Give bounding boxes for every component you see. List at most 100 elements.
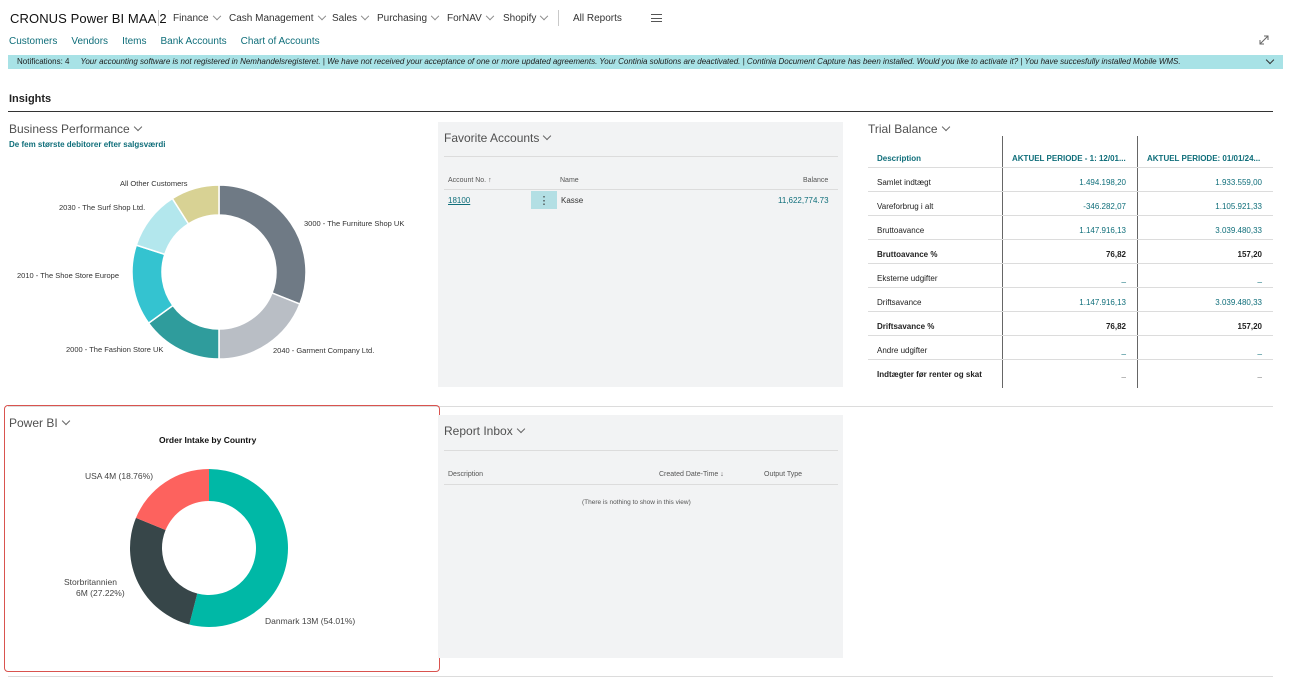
business-performance-title[interactable]: Business Performance [9,122,142,136]
link-items[interactable]: Items [122,36,146,47]
account-no-link[interactable]: 18100 [448,196,470,205]
action-links: Customers Vendors Items Bank Accounts Ch… [9,36,320,47]
report-inbox-panel [438,415,843,658]
trial-balance-description: Andre udgifter [877,346,928,355]
link-chart-of-accounts[interactable]: Chart of Accounts [241,36,320,47]
row-divider [868,359,1273,360]
link-bank-accounts[interactable]: Bank Accounts [161,36,227,47]
row-divider [868,263,1273,264]
trial-balance-title[interactable]: Trial Balance [868,122,950,136]
report-inbox-title[interactable]: Report Inbox [444,424,525,438]
divider [444,484,838,485]
menu-finance[interactable]: Finance [173,11,221,24]
chart-label-uk-value: 6M (27.22%) [76,588,125,598]
chart-label: 2010 - The Shoe Store Europe [17,271,120,280]
chevron-down-icon [317,11,326,20]
trial-balance-description: Bruttoavance [877,226,925,235]
chart-label-usa: USA 4M (18.76%) [85,471,154,481]
trial-balance-value-period-2[interactable]: 1.105.921,33 [1215,202,1262,211]
column-header-period-2[interactable]: AKTUEL PERIODE: 01/01/24... [1147,154,1260,163]
trial-balance-description: Indtægter før renter og skat [877,370,982,379]
trial-balance-description: Eksterne udgifter [877,274,938,283]
divider [8,111,1273,112]
trial-balance-description: Driftsavance % [877,322,935,331]
trial-balance-value-period-1: _ [1121,370,1126,379]
menu-all-reports[interactable]: All Reports [573,13,622,24]
trial-balance-description: Bruttoavance % [877,250,938,259]
trial-balance-value-period-1[interactable]: 1.147.916,13 [1079,226,1126,235]
column-header-name[interactable]: Name [560,177,579,184]
notification-bar[interactable]: Notifications: 4 Your accounting softwar… [8,55,1283,69]
menu-fornav[interactable]: ForNAV [447,11,495,24]
menu-sales[interactable]: Sales [332,11,370,24]
row-divider [868,215,1273,216]
divider [444,189,838,190]
part-title-label: Report Inbox [444,424,513,438]
empty-message: (There is nothing to show in this view) [582,499,691,506]
trial-balance-description: Samlet indtægt [877,178,931,187]
donut-slice-storbritannien[interactable] [129,517,198,625]
menu-label: Sales [332,13,358,24]
expand-icon[interactable] [1258,34,1270,46]
row-divider [868,311,1273,312]
chart-label: All Other Customers [120,179,188,188]
section-title: Insights [9,93,52,105]
chevron-down-icon [485,11,495,20]
column-header-output-type[interactable]: Output Type [764,471,802,478]
column-divider [1002,136,1003,388]
trial-balance-value-period-1[interactable]: -346.282,07 [1083,202,1126,211]
menu-shopify[interactable]: Shopify [503,11,549,24]
trial-balance-value-period-1: 76,82 [1105,322,1126,331]
row-divider [868,191,1273,192]
chart-label-denmark: Danmark 13M (54.01%) [265,616,356,626]
column-header-period-1[interactable]: AKTUEL PERIODE - 1: 12/01... [1012,154,1126,163]
menu-cash-management[interactable]: Cash Management [229,11,326,24]
trial-balance-value-period-2[interactable]: 3.039.480,33 [1215,298,1262,307]
row-actions-icon[interactable]: ⋮ [531,191,557,209]
account-balance[interactable]: 11,622,774.73 [778,196,829,205]
chevron-down-icon [133,122,142,132]
menu-label: Shopify [503,13,537,24]
row-divider [868,239,1273,240]
part-title-label: Business Performance [9,122,130,136]
column-header-description[interactable]: Description [877,154,921,163]
column-header-balance[interactable]: Balance [803,177,828,184]
trial-balance-value-period-1[interactable]: 1.147.916,13 [1079,298,1126,307]
divider [444,450,838,451]
power-bi-title[interactable]: Power BI [9,416,70,430]
link-vendors[interactable]: Vendors [71,36,108,47]
trial-balance-value-period-1[interactable]: _ [1122,274,1126,283]
row-divider [868,335,1273,336]
trial-balance-value-period-2[interactable]: 3.039.480,33 [1215,226,1262,235]
order-intake-donut[interactable] [128,467,292,631]
menu-label: Cash Management [229,13,314,24]
favorite-accounts-title[interactable]: Favorite Accounts [444,131,552,145]
link-customers[interactable]: Customers [9,36,57,47]
trial-balance-value-period-2[interactable]: 1.933.559,00 [1215,178,1262,187]
notification-text: Your accounting software is not register… [80,57,1181,66]
trial-balance-value-period-1[interactable]: 1.494.198,20 [1079,178,1126,187]
trial-balance-value-period-2[interactable]: _ [1258,274,1262,283]
app-title[interactable]: CRONUS Power BI MAA 2 [10,11,167,26]
hamburger-menu-icon[interactable] [651,14,662,22]
chevron-down-icon [941,122,950,132]
business-performance-donut[interactable] [130,183,308,361]
trial-balance-value-period-1[interactable]: _ [1122,346,1126,355]
favorite-accounts-panel [438,122,843,387]
part-title-label: Power BI [9,416,58,430]
divider [158,10,159,26]
menu-purchasing[interactable]: Purchasing [377,11,440,24]
trial-balance-description: Driftsavance [877,298,922,307]
column-header-created[interactable]: Created Date-Time ↓ [659,471,724,478]
chevron-down-icon [430,11,440,20]
chart-label: 2030 - The Surf Shop Ltd. [59,203,146,212]
column-header-account-no[interactable]: Account No. ↑ [448,177,492,184]
trial-balance-value-period-2: 157,20 [1237,250,1262,259]
notification-count: Notifications: 4 [17,57,70,66]
donut-slice-3000-the-furniture-shop-uk[interactable] [218,184,307,306]
chevron-down-icon [540,11,549,20]
column-header-description[interactable]: Description [448,471,483,478]
trial-balance-value-period-2[interactable]: _ [1258,346,1262,355]
chevron-down-icon [212,11,221,20]
chart-label: 2000 - The Fashion Store UK [66,345,164,354]
